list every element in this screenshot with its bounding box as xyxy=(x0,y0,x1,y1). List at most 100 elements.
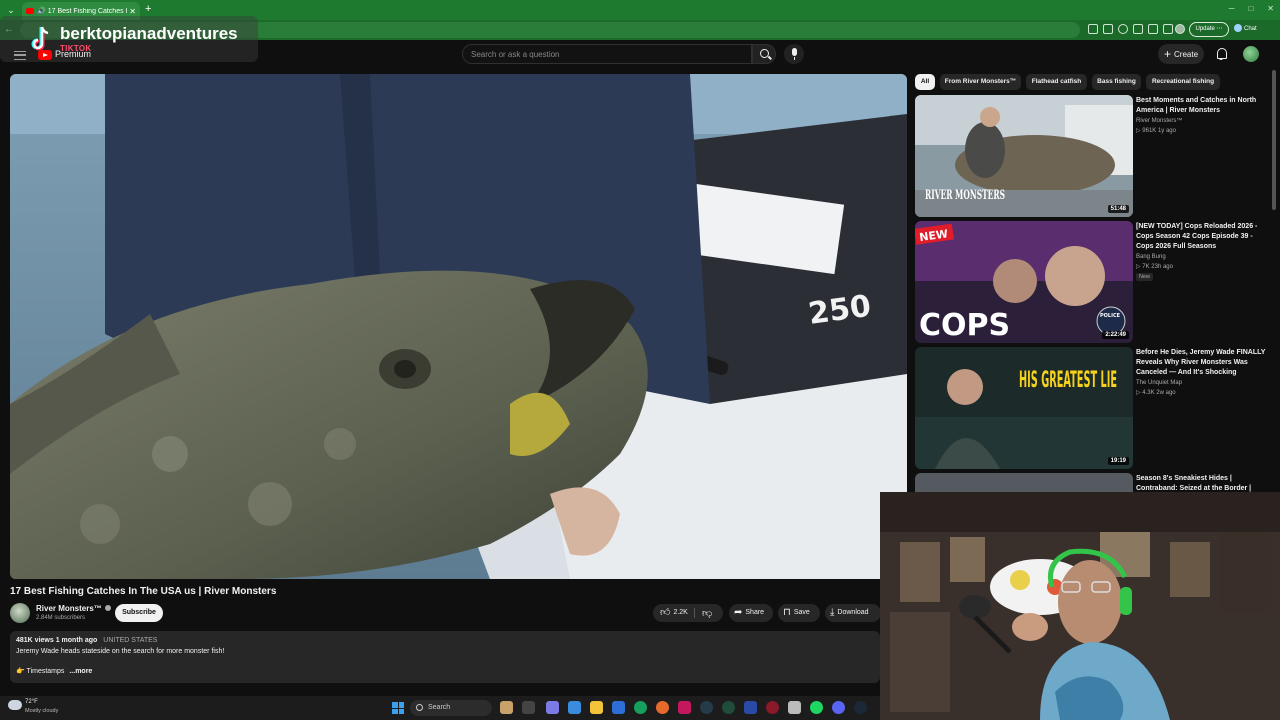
bookmark-icon: ⊓ xyxy=(783,607,791,618)
save-button[interactable]: ⊓ Save xyxy=(778,604,820,622)
new-badge: New xyxy=(1136,273,1154,281)
chip-from-channel[interactable]: From River Monsters™ xyxy=(940,74,1021,90)
update-button[interactable]: Update ⋯ xyxy=(1189,22,1229,37)
taskbar-app-icon[interactable] xyxy=(612,701,625,714)
download-icon: ⤓ xyxy=(830,607,835,618)
webcam-overlay xyxy=(880,492,1280,720)
thumbs-down-icon: 👎︎ xyxy=(702,608,713,619)
taskbar-app-icon[interactable] xyxy=(744,701,757,714)
recommended-title[interactable]: [NEW TODAY] Cops Reloaded 2026 - Cops Se… xyxy=(1136,222,1266,252)
voice-search-icon[interactable] xyxy=(784,44,804,64)
recommended-stats: ▷ 7K 23h ago xyxy=(1136,263,1173,270)
dislike-button[interactable]: 👎︎ xyxy=(702,607,712,619)
youtube-logo-icon[interactable] xyxy=(38,50,52,60)
edge-browser-icon[interactable] xyxy=(634,701,647,714)
recommended-stats: ▷ 4.3K 2w ago xyxy=(1136,389,1176,396)
channel-name[interactable]: River Monsters™ xyxy=(36,604,111,613)
thumbnail-image: NEW COPS POLICE xyxy=(915,221,1133,343)
recommended-title[interactable]: Before He Dies, Jeremy Wade FINALLY Reve… xyxy=(1136,348,1266,378)
account-avatar[interactable] xyxy=(1243,46,1259,62)
subscribe-button[interactable]: Subscribe xyxy=(115,604,163,622)
show-more-link[interactable]: ...more xyxy=(69,668,92,675)
taskbar-app-icon[interactable] xyxy=(788,701,801,714)
video-meta: 481K views 1 month ago UNITED STATES xyxy=(16,637,157,644)
taskbar-search[interactable]: Search xyxy=(410,700,492,716)
discord-icon[interactable] xyxy=(832,701,845,714)
like-button[interactable]: 👍︎ 2.2K xyxy=(653,604,723,622)
taskbar-app-icon[interactable] xyxy=(500,701,513,714)
close-window-icon[interactable]: ✕ xyxy=(1267,4,1274,13)
taskbar-app-icon[interactable] xyxy=(568,701,581,714)
firefox-icon[interactable] xyxy=(656,701,669,714)
taskbar-app-icon[interactable] xyxy=(678,701,691,714)
chip-recreational-fishing[interactable]: Recreational fishing xyxy=(1146,74,1220,90)
new-tab-icon[interactable]: + xyxy=(145,3,151,15)
thumbnail-image: HIS GREATEST LIE xyxy=(915,347,1133,469)
steam-icon[interactable] xyxy=(854,701,867,714)
search-placeholder: Search or ask a question xyxy=(471,50,560,59)
extension-icon[interactable] xyxy=(1133,24,1143,34)
taskbar-app-icon[interactable] xyxy=(700,701,713,714)
like-divider xyxy=(694,608,695,618)
video-player[interactable]: 250 xyxy=(10,74,907,579)
tab-list-dropdown-icon[interactable]: ⌄ xyxy=(4,3,18,17)
recommended-channel[interactable]: The Unquiet Map xyxy=(1136,380,1182,386)
recommended-thumbnail[interactable]: NEW COPS POLICE 2:22:49 xyxy=(915,221,1133,343)
video-duration: 2:22:49 xyxy=(1102,331,1129,339)
recommended-title[interactable]: Best Moments and Catches in North Americ… xyxy=(1136,96,1266,116)
chat-label: Chat xyxy=(1244,26,1257,32)
extension-icon[interactable] xyxy=(1103,24,1113,34)
recommended-thumbnail[interactable]: RIVER MONSTERS 51:48 xyxy=(915,95,1133,217)
windows-start-icon[interactable] xyxy=(392,702,404,714)
weather-description[interactable]: Mostly cloudy xyxy=(25,708,58,714)
download-button[interactable]: ⤓ Download xyxy=(825,604,881,622)
tab-title: 17 Best Fishing Catches In The xyxy=(47,7,128,15)
police-badge-text: POLICE xyxy=(1100,313,1121,319)
share-button[interactable]: ➦ Share xyxy=(729,604,773,622)
channel-avatar[interactable] xyxy=(10,603,30,623)
file-explorer-icon[interactable] xyxy=(590,701,603,714)
profile-icon[interactable] xyxy=(1175,24,1185,34)
copilot-icon xyxy=(1234,24,1242,33)
search-button[interactable] xyxy=(752,44,776,64)
description-footer: 👉 Timestamps ...more xyxy=(16,667,92,675)
share-label: Share xyxy=(745,609,765,616)
cloud-icon[interactable] xyxy=(8,700,22,710)
taskbar-app-icon[interactable] xyxy=(722,701,735,714)
chat-button[interactable]: Chat xyxy=(1234,22,1274,37)
favorites-icon[interactable] xyxy=(1148,24,1158,34)
recommended-thumbnail[interactable]: HIS GREATEST LIE 19:19 xyxy=(915,347,1133,469)
taskbar-app-icon[interactable] xyxy=(766,701,779,714)
weather-temperature[interactable]: 72°F xyxy=(25,699,38,705)
extension-icon[interactable] xyxy=(1118,24,1128,34)
thumb-text: COPS xyxy=(919,308,1010,343)
task-view-icon[interactable] xyxy=(522,701,535,714)
chip-bass-fishing[interactable]: Bass fishing xyxy=(1092,74,1141,90)
close-tab-icon[interactable]: ✕ xyxy=(129,7,136,16)
minimize-icon[interactable]: ─ xyxy=(1229,4,1235,13)
share-icon: ➦ xyxy=(734,607,743,618)
recommended-channel[interactable]: Bang Bung xyxy=(1136,254,1166,260)
recommended-stats-text: 7K 23h ago xyxy=(1142,264,1173,270)
collections-icon[interactable] xyxy=(1163,24,1173,34)
recommended-title[interactable]: Season 8's Sneakiest Hides | Contraband:… xyxy=(1136,474,1266,494)
channel-name-text: River Monsters™ xyxy=(36,604,102,613)
sidebar-scrollbar[interactable] xyxy=(1272,70,1276,210)
speaker-icon[interactable]: 🔊 xyxy=(37,7,46,15)
search-input[interactable]: Search or ask a question xyxy=(462,44,752,64)
recommended-stats-text: 961K 1y ago xyxy=(1142,128,1176,134)
description-box[interactable]: 481K views 1 month ago UNITED STATES Jer… xyxy=(10,631,880,683)
taskbar-app-icon[interactable] xyxy=(546,701,559,714)
maximize-icon[interactable]: □ xyxy=(1248,4,1253,13)
create-button[interactable]: + Create xyxy=(1158,44,1204,64)
recommended-channel[interactable]: River Monsters™ xyxy=(1136,118,1182,124)
timestamps-link[interactable]: Timestamps xyxy=(27,668,65,675)
chip-all[interactable]: All xyxy=(915,74,935,90)
spotify-icon[interactable] xyxy=(810,701,823,714)
tiktok-logo-icon xyxy=(31,26,49,51)
notifications-bell-icon[interactable] xyxy=(1216,48,1227,60)
search-icon xyxy=(760,49,769,58)
chip-flathead-catfish[interactable]: Flathead catfish xyxy=(1026,74,1087,90)
extension-icon[interactable] xyxy=(1088,24,1098,34)
video-frame-image: 250 xyxy=(10,74,907,579)
